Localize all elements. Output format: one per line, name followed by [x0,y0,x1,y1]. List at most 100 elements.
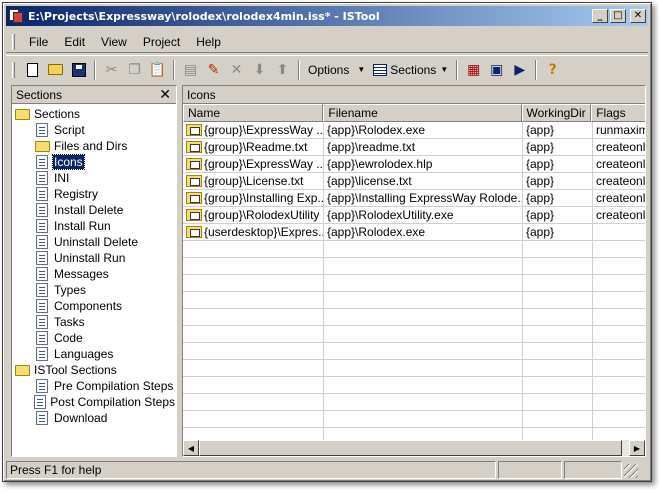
tree-item-label: INI [54,171,70,185]
cell-flags: runmaxim [593,122,645,138]
tree-item-label: Script [54,123,85,137]
cell-text: {app} [526,140,555,154]
table-row[interactable]: {group}\License.txt {app}\license.txt {app… [183,173,645,190]
cell-flags: createonl [593,139,645,155]
menu-grip [12,33,15,50]
move-down-icon[interactable]: ⬇ [248,59,271,81]
calendar-icon[interactable]: ▣ [485,59,508,81]
table-row[interactable]: {group}\ExpressWay ... {app}\Rolodex.exe {… [183,122,645,139]
move-up-icon[interactable]: ⬆ [271,59,294,81]
tree-item-label: Components [54,299,123,313]
title-bar[interactable]: E:\Projects\Expressway\rolodex\rolodex4m… [6,6,648,26]
scroll-right-icon[interactable]: ▶ [629,440,645,456]
table-row[interactable]: {group}\ExpressWay ... {app}\ewrolodex.hl… [183,156,645,173]
cell-text: runmaxim [596,123,645,137]
tree-item[interactable]: Files and Dirs [12,138,176,154]
table-row [183,258,645,275]
tree-item[interactable]: Code [12,330,176,346]
cell-name: {group}\ExpressWay ... [183,122,324,138]
tree-item[interactable]: Uninstall Delete [12,234,176,250]
cell-filename: {app}\license.txt [324,173,523,189]
run-icon[interactable]: ▶ [508,59,531,81]
table-row[interactable]: {userdesktop}\Expres... {app}\Rolodex.exe… [183,224,645,241]
tree-item[interactable]: Languages [12,346,176,362]
open-folder-icon[interactable] [44,59,67,81]
compile-icon[interactable]: ▦ [462,59,485,81]
sections-label: Sections [390,62,437,77]
cell-flags: createonl [593,156,645,172]
tree-item-label: Code [54,331,83,345]
cell-flags [593,224,645,240]
tree-item[interactable]: Uninstall Run [12,250,176,266]
cell-name [183,258,324,274]
cell-workingdir [523,343,593,359]
copy-icon[interactable]: ❐ [123,59,146,81]
tree-item[interactable]: Download [12,410,176,426]
resize-grip-icon[interactable] [624,464,638,478]
column-header-name[interactable]: Name [183,104,324,122]
menu-view[interactable]: View [93,35,135,49]
cell-text: {app} [526,208,555,222]
shortcut-icon [186,158,202,170]
tree-item[interactable]: Components [12,298,176,314]
column-header-filename[interactable]: Filename [323,104,522,122]
edit-pencil-icon[interactable]: ✎ [202,59,225,81]
tree-item[interactable]: Icons [12,154,176,170]
cell-text: {app} [526,123,555,137]
cell-text: {group}\ExpressWay ... [204,123,324,137]
scroll-left-icon[interactable]: ◀ [183,440,199,456]
cell-filename [324,377,523,393]
properties-icon[interactable]: ▤ [179,59,202,81]
table-row[interactable]: {group}\Readme.txt {app}\readme.txt {app} c… [183,139,645,156]
cell-filename [324,411,523,427]
menu-file[interactable]: File [21,35,56,49]
close-button[interactable]: ✕ [630,9,646,23]
tree-item[interactable]: INI [12,170,176,186]
tree-item[interactable]: Messages [12,266,176,282]
table-row [183,377,645,394]
tree-item[interactable]: Tasks [12,314,176,330]
tree-item[interactable]: Script [12,122,176,138]
cut-icon[interactable]: ✂ [100,59,123,81]
menu-project[interactable]: Project [135,35,188,49]
cell-flags [593,343,645,359]
close-pane-icon[interactable]: ✕ [159,86,171,103]
tree-item[interactable]: ISTool Sections [12,362,176,378]
tree-item[interactable]: Install Run [12,218,176,234]
script-icon [34,123,50,137]
delete-icon[interactable]: ✕ [225,59,248,81]
minimize-button[interactable]: _ [592,9,608,23]
tree-item[interactable]: Sections [12,106,176,122]
cell-filename [324,309,523,325]
table-row[interactable]: {group}\Installing Exp... {app}\Installin… [183,190,645,207]
tree-item-label: ISTool Sections [34,363,117,377]
cell-workingdir [523,394,593,410]
column-header-flags[interactable]: Flags [591,104,645,122]
table-row [183,343,645,360]
sections-dropdown[interactable]: Sections ▼ [369,63,452,77]
window-title: E:\Projects\Expressway\rolodex\rolodex4m… [28,9,380,23]
menu-help[interactable]: Help [188,35,229,49]
tree-item[interactable]: Types [12,282,176,298]
cell-text: createonl [596,208,645,222]
options-dropdown[interactable]: Options ▼ [304,63,369,77]
tree-item[interactable]: Install Delete [12,202,176,218]
help-icon[interactable]: ? [541,59,564,81]
save-disk-icon[interactable] [67,59,90,81]
paste-icon[interactable]: 📋 [146,59,169,81]
horizontal-scrollbar[interactable]: ◀ ▶ [183,440,645,456]
maximize-button[interactable]: □ [610,9,626,23]
cell-flags [593,411,645,427]
new-file-icon[interactable] [21,59,44,81]
cell-name [183,343,324,359]
tree-item[interactable]: Registry [12,186,176,202]
tree-item[interactable]: Post Compilation Steps [12,394,176,410]
tree-item[interactable]: Pre Compilation Steps [12,378,176,394]
menu-edit[interactable]: Edit [56,35,93,49]
folder-open-icon [14,363,30,377]
scrollbar-thumb[interactable] [199,440,622,456]
column-header-workingdir[interactable]: WorkingDir [521,104,592,122]
cell-filename [324,343,523,359]
code-icon [34,331,50,345]
table-row[interactable]: {group}\RolodexUtility {app}\RolodexUtili… [183,207,645,224]
